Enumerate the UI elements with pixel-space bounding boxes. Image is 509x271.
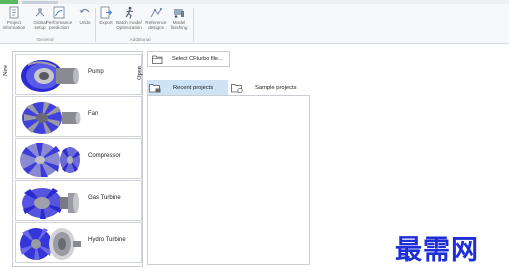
model-finishing-button[interactable]: Model finishing — [166, 6, 192, 36]
additional-group-label: Additional — [129, 38, 151, 43]
sample-folder-icon — [231, 83, 243, 93]
hydro-turbine-icon — [20, 228, 81, 260]
select-file-label: Select CFturbo file... — [172, 56, 223, 62]
tile-pump[interactable]: Pump — [15, 54, 142, 95]
tile-compressor[interactable]: Compressor — [15, 138, 142, 179]
folder-open-icon — [152, 55, 163, 64]
ribbon-button-label: Model finishing — [170, 20, 188, 30]
tile-hydro-turbine[interactable]: Hydro Turbine — [15, 222, 142, 263]
new-project-panel: Pump Fan Compressor Gas Turbine Hydro Tu… — [12, 51, 143, 267]
fan-icon — [22, 102, 81, 134]
ribbon-toolbar: Project information Global setup Perform… — [0, 4, 509, 44]
watermark-text: 最需网 — [395, 235, 479, 266]
reference-designs-icon — [150, 8, 162, 18]
tile-label: Compressor — [88, 153, 121, 159]
ribbon-button-label: Batch mode/ Optimization — [116, 20, 142, 30]
performance-icon — [53, 6, 65, 19]
tab-recent-projects[interactable]: Recent projects — [147, 80, 228, 95]
recent-projects-list[interactable] — [147, 95, 310, 265]
ribbon-button-label: Project information — [2, 20, 26, 30]
ribbon-button-label: Undo — [79, 20, 91, 25]
recent-folder-icon — [149, 83, 161, 92]
tile-label: Pump — [88, 69, 104, 75]
export-icon — [100, 6, 113, 19]
general-group-label: General — [36, 38, 54, 43]
gas-turbine-icon — [22, 188, 79, 219]
compressor-icon — [20, 143, 80, 177]
ribbon-separator — [193, 8, 194, 42]
tile-label: Fan — [88, 111, 99, 117]
select-file-button[interactable]: Select CFturbo file... — [147, 51, 230, 67]
model-finishing-icon — [174, 9, 184, 18]
project-info-icon — [9, 6, 19, 19]
tile-label: Gas Turbine — [88, 195, 121, 201]
pump-icon — [21, 60, 79, 92]
batch-mode-button[interactable]: Batch mode/ Optimization — [114, 6, 144, 36]
tab-sample-projects[interactable]: Sample projects — [229, 80, 309, 95]
undo-icon — [79, 8, 90, 13]
project-information-button[interactable]: Project information — [1, 6, 27, 36]
tab-label: Sample projects — [255, 84, 297, 91]
ribbon-button-label: Export — [99, 20, 113, 25]
batch-mode-icon — [125, 6, 134, 19]
tab-label: Recent projects — [173, 84, 214, 91]
ribbon-button-label: Reference designs — [145, 20, 167, 30]
tile-fan[interactable]: Fan — [15, 96, 142, 137]
tile-label: Hydro Turbine — [88, 237, 126, 243]
performance-prediction-button[interactable]: Performance prediction — [45, 6, 73, 36]
tile-gas-turbine[interactable]: Gas Turbine — [15, 180, 142, 221]
ribbon-button-label: Performance prediction — [45, 20, 73, 30]
new-section-label: New — [3, 64, 9, 76]
open-section-label: Open — [137, 65, 143, 80]
